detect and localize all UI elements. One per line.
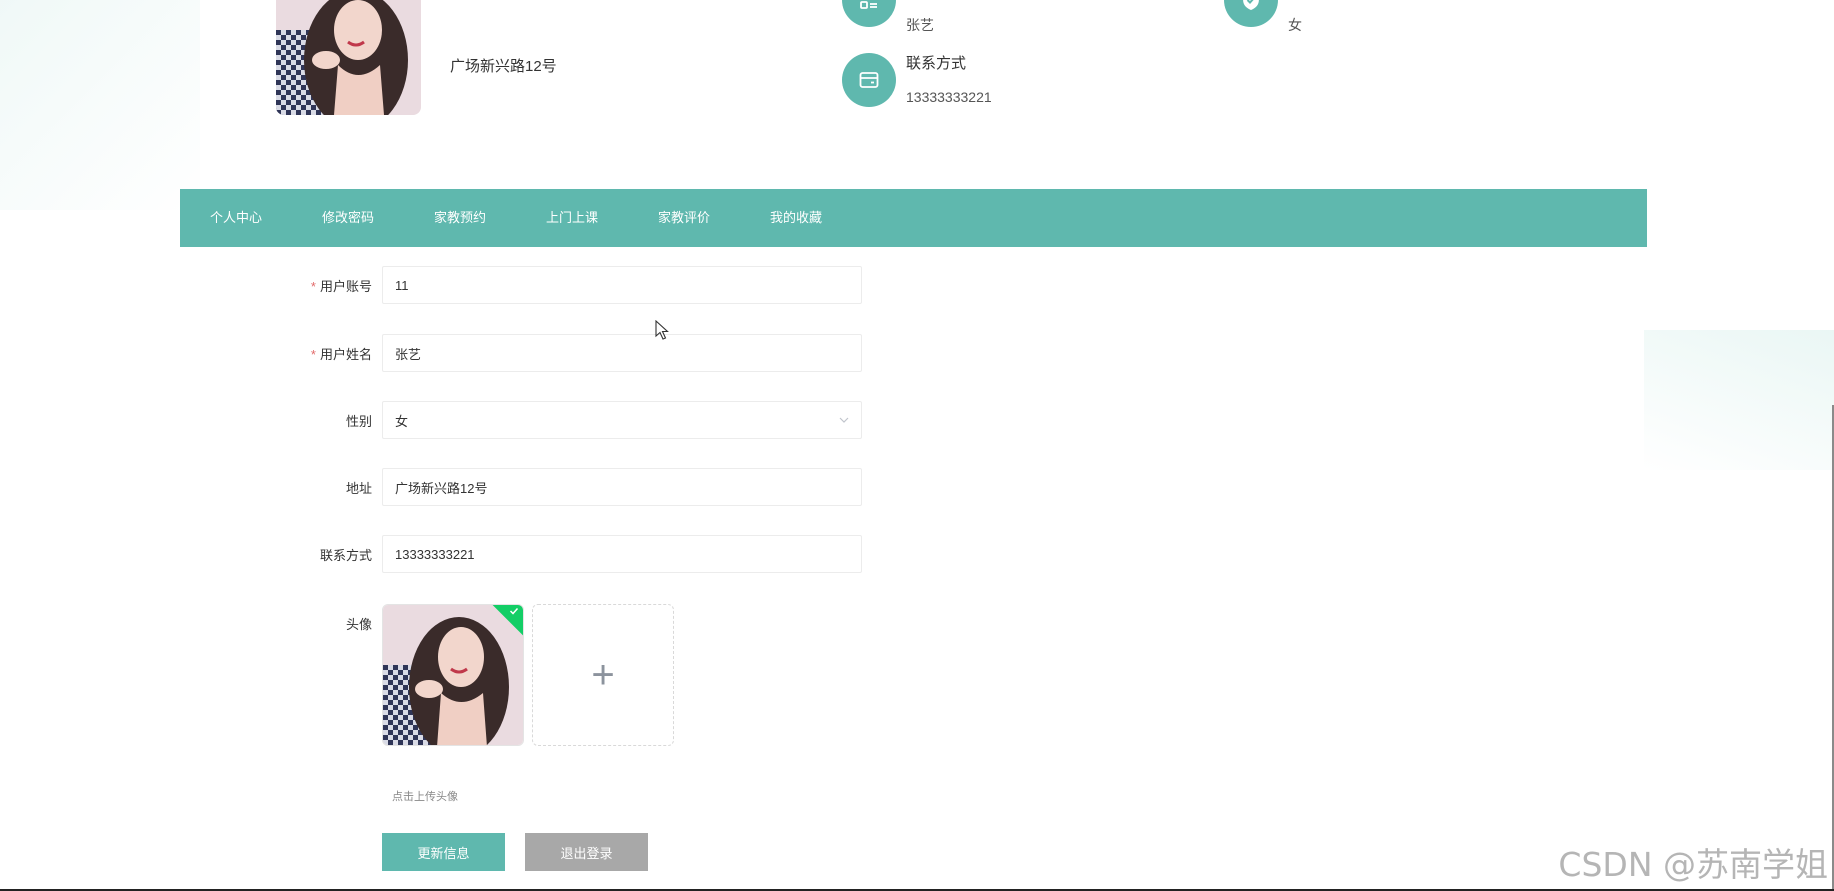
chevron-down-icon (839, 414, 849, 426)
watermark: CSDN @苏南学姐 (1558, 845, 1828, 884)
background-decoration (1644, 330, 1834, 470)
check-icon (509, 606, 519, 619)
gender-select-value: 女 (395, 413, 409, 429)
background-decoration (0, 0, 200, 210)
form-row-contact: 联系方式 (280, 535, 862, 573)
profile-contact-info: 联系方式 13333333221 (842, 53, 992, 107)
required-mark: * (310, 346, 316, 362)
profile-gender-value: 女 (1288, 17, 1302, 33)
contact-label: 联系方式 (319, 547, 372, 563)
nav-item-tutor-booking[interactable]: 家教预约 (404, 189, 516, 247)
avatar-upload-button[interactable]: + (532, 604, 674, 746)
nav-item-my-favorites[interactable]: 我的收藏 (740, 189, 852, 247)
required-mark: * (310, 278, 316, 294)
address-input[interactable] (382, 468, 862, 506)
gender-select[interactable]: 女 (382, 401, 862, 439)
profile-nav-bar: 个人中心 修改密码 家教预约 上门上课 家教评价 我的收藏 (180, 189, 1647, 247)
account-input[interactable] (382, 266, 862, 304)
avatar-preview-image (383, 605, 523, 745)
form-row-account: * 用户账号 (280, 266, 862, 304)
form-row-avatar: 头像 + (280, 604, 674, 746)
nav-item-change-password[interactable]: 修改密码 (292, 189, 404, 247)
profile-name-value: 张艺 (906, 17, 934, 33)
address-label: 地址 (345, 480, 372, 496)
profile-photo-image (276, 0, 421, 115)
user-list-icon (842, 0, 896, 27)
account-label: * 用户账号 (310, 278, 372, 294)
update-info-button[interactable]: 更新信息 (382, 833, 505, 871)
profile-contact-value: 13333333221 (906, 89, 992, 105)
logout-button[interactable]: 退出登录 (525, 833, 648, 871)
form-row-gender: 性别 女 (280, 401, 862, 439)
form-row-address: 地址 (280, 468, 862, 506)
nav-item-home-lessons[interactable]: 上门上课 (516, 189, 628, 247)
mouse-cursor-icon (655, 319, 669, 345)
name-input[interactable] (382, 334, 862, 372)
gender-label: 性别 (345, 413, 372, 429)
page: 广场新兴路12号 张艺 女 联系方式 13333333221 个人中心 修改密码… (0, 0, 1834, 891)
profile-address: 广场新兴路12号 (450, 58, 557, 75)
upload-tip: 点击上传头像 (392, 791, 458, 803)
profile-avatar (276, 0, 421, 115)
uploaded-avatar-preview[interactable] (382, 604, 524, 746)
contact-input[interactable] (382, 535, 862, 573)
profile-gender-info: 女 (1224, 0, 1302, 35)
avatar-label: 头像 (345, 617, 372, 632)
form-row-name: * 用户姓名 (280, 334, 862, 372)
plus-icon: + (591, 652, 615, 697)
name-label: * 用户姓名 (310, 346, 372, 362)
shield-check-icon (1224, 0, 1278, 27)
nav-item-personal-center[interactable]: 个人中心 (180, 189, 292, 247)
wallet-card-icon (842, 53, 896, 107)
nav-item-tutor-reviews[interactable]: 家教评价 (628, 189, 740, 247)
profile-name-info: 张艺 (842, 0, 934, 35)
profile-contact-label: 联系方式 (906, 55, 967, 72)
